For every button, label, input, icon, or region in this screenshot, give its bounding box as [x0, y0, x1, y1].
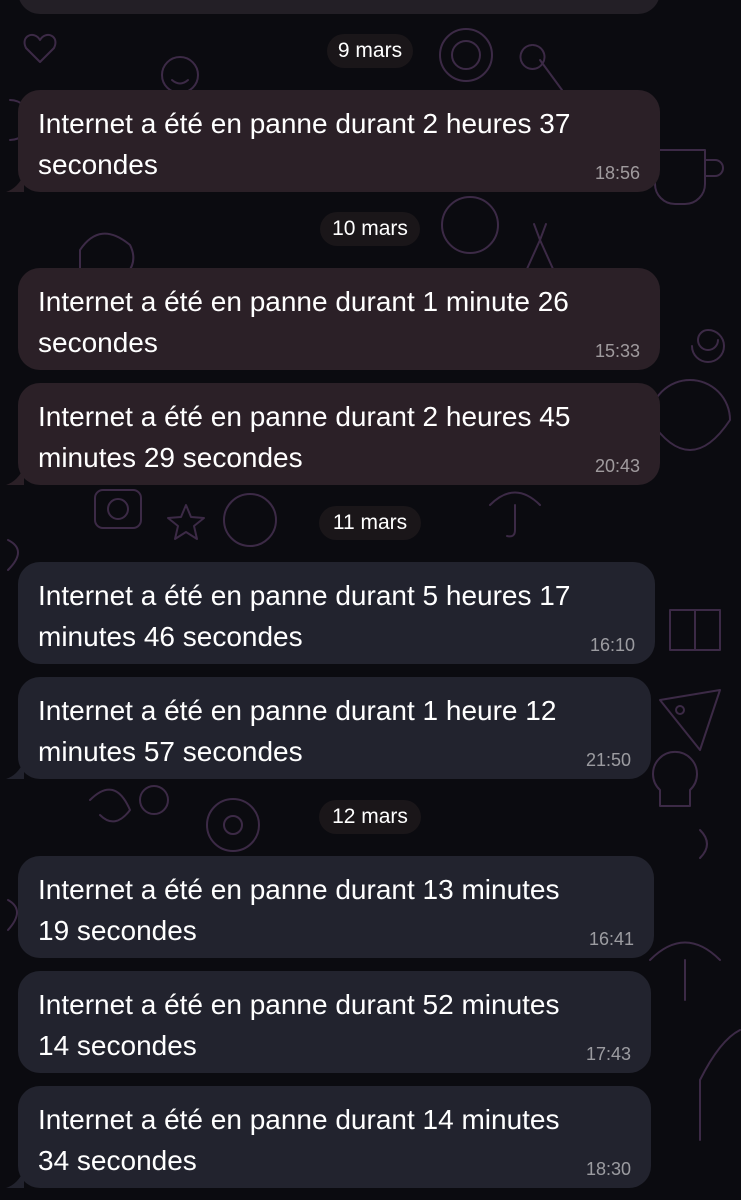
message-text-line-1: Internet a été en panne durant 1 minute … — [38, 286, 569, 317]
message-timestamp: 17:43 — [585, 1044, 631, 1064]
message-bubble[interactable]: Internet a été en panne durant 2 heures … — [18, 90, 660, 192]
date-separator: 10 mars — [320, 212, 420, 246]
message-bubble[interactable]: Internet a été en panne durant 1 heure 1… — [18, 677, 651, 779]
date-separator: 11 mars — [319, 506, 421, 540]
message-text-line-2: minutes 46 secondes — [38, 621, 303, 652]
message-text-line-1: Internet a été en panne durant 1 heure 1… — [38, 695, 557, 726]
message-text-line-2: 34 secondes — [38, 1145, 197, 1176]
bubble-tail-icon — [6, 1170, 24, 1188]
message-bubble[interactable]: Internet a été en panne durant 52 minute… — [18, 971, 651, 1073]
message-timestamp: 18:30 — [585, 1159, 631, 1179]
message-timestamp: 15:33 — [594, 341, 640, 361]
message-timestamp: 20:43 — [594, 456, 640, 476]
message-timestamp: 16:10 — [589, 635, 635, 655]
message-bubble[interactable]: Internet a été en panne durant 5 heures … — [18, 562, 655, 664]
message-timestamp: 21:50 — [585, 750, 631, 770]
message-bubble-partial[interactable] — [18, 0, 660, 14]
bubble-tail-icon — [6, 174, 24, 192]
message-text-line-2: secondes — [38, 327, 158, 358]
message-text-line-1: Internet a été en panne durant 2 heures … — [38, 108, 571, 139]
bubble-tail-icon — [6, 761, 24, 779]
message-text-line-1: Internet a été en panne durant 13 minute… — [38, 874, 560, 905]
message-bubble[interactable]: Internet a été en panne durant 14 minute… — [18, 1086, 651, 1188]
message-timestamp: 16:41 — [588, 929, 634, 949]
message-bubble[interactable]: Internet a été en panne durant 2 heures … — [18, 383, 660, 485]
message-text-line-2: minutes 29 secondes — [38, 442, 303, 473]
message-text-line-1: Internet a été en panne durant 14 minute… — [38, 1104, 560, 1135]
message-text-line-2: 14 secondes — [38, 1030, 197, 1061]
message-text-line-2: minutes 57 secondes — [38, 736, 303, 767]
message-text-line-1: Internet a été en panne durant 52 minute… — [38, 989, 560, 1020]
message-text-line-1: Internet a été en panne durant 2 heures … — [38, 401, 571, 432]
date-separator: 12 mars — [319, 800, 421, 834]
message-text-line-2: 19 secondes — [38, 915, 197, 946]
message-bubble[interactable]: Internet a été en panne durant 13 minute… — [18, 856, 654, 958]
date-separator: 9 mars — [327, 34, 413, 68]
chat-area[interactable]: 9 mars Internet a été en panne durant 2 h… — [0, 0, 741, 1200]
message-timestamp: 18:56 — [594, 163, 640, 183]
message-text-line-2: secondes — [38, 149, 158, 180]
message-text-line-1: Internet a été en panne durant 5 heures … — [38, 580, 571, 611]
message-bubble[interactable]: Internet a été en panne durant 1 minute … — [18, 268, 660, 370]
bubble-tail-icon — [6, 467, 24, 485]
